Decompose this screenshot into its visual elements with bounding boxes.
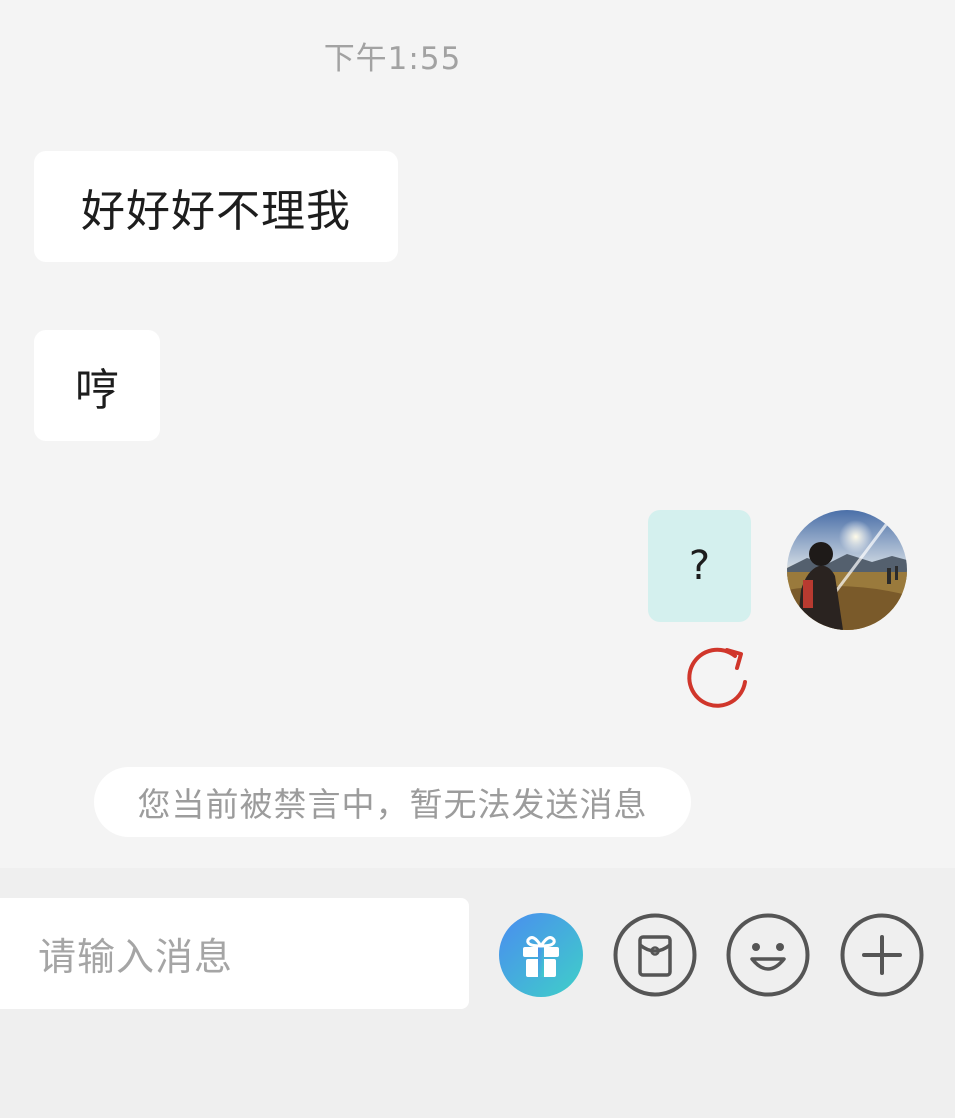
red-packet-button[interactable] xyxy=(613,913,697,997)
input-bar: 请输入消息 xyxy=(0,868,955,1118)
message-timestamp: 下午1:55 xyxy=(323,41,462,77)
emoji-icon xyxy=(726,913,810,997)
red-packet-icon xyxy=(613,913,697,997)
resend-button[interactable] xyxy=(683,640,753,710)
avatar[interactable] xyxy=(787,510,907,630)
message-text: 好好好不理我 xyxy=(81,185,351,237)
mute-notice: 您当前被禁言中，暂无法发送消息 xyxy=(94,767,691,837)
avatar-photo xyxy=(787,510,907,630)
plus-icon xyxy=(840,913,924,997)
message-input-placeholder: 请输入消息 xyxy=(38,935,234,979)
message-input[interactable]: 请输入消息 xyxy=(0,898,469,1009)
received-message-bubble[interactable]: 哼 xyxy=(34,330,160,441)
received-message-bubble[interactable]: 好好好不理我 xyxy=(34,151,398,262)
retry-icon xyxy=(687,647,747,708)
emoji-button[interactable] xyxy=(726,913,810,997)
message-text: 哼 xyxy=(75,364,119,416)
chat-area[interactable]: 下午1:55 好好好不理我 哼 ? 您当前被禁言中，暂无法发送消息 xyxy=(0,0,955,868)
gift-icon xyxy=(499,913,583,997)
sent-message-bubble[interactable]: ? xyxy=(648,510,751,622)
message-text: ? xyxy=(688,543,711,589)
more-button[interactable] xyxy=(840,913,924,997)
gift-button[interactable] xyxy=(499,913,583,997)
mute-notice-text: 您当前被禁言中，暂无法发送消息 xyxy=(137,785,648,824)
